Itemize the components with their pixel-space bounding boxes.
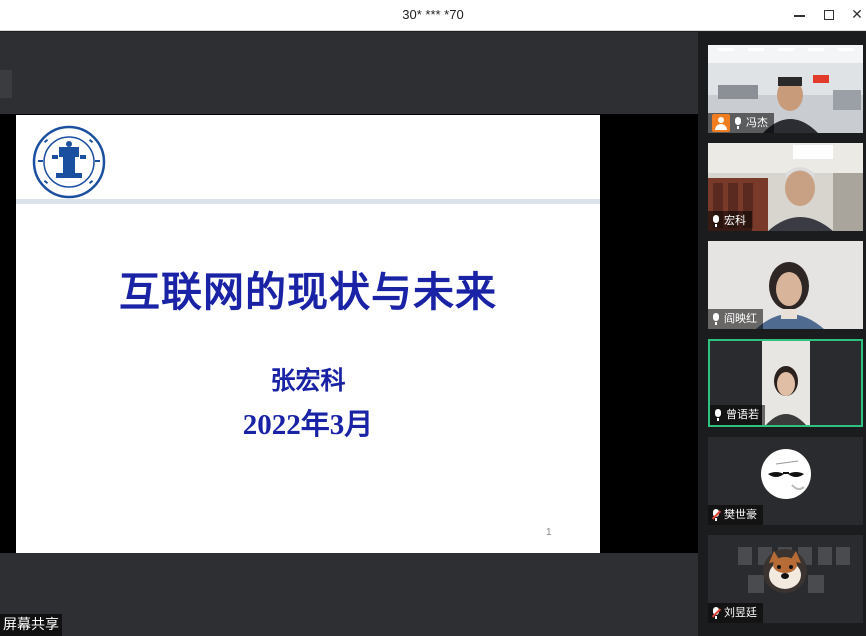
participant-tile[interactable]: 冯杰 [708,45,863,133]
minimize-button[interactable] [789,5,811,25]
close-button[interactable]: ✕ [846,5,866,25]
minimize-icon [794,15,805,17]
participant-gallery[interactable]: 冯杰 宏科 阎映红 曾语若 樊世豪 刘昱廷 [698,32,866,636]
participant-name: 刘昱廷 [724,606,757,619]
participant-label: 阎映红 [708,309,763,329]
participant-name: 曾语若 [726,408,759,421]
participant-tile-active-speaker[interactable]: 曾语若 [708,339,863,427]
slide-title: 互联网的现状与未来 [119,268,497,316]
window-titlebar: 30* *** *70 ✕ [0,0,866,31]
slide-header-rule [16,199,600,204]
participant-name: 宏科 [724,214,746,227]
participant-tile[interactable]: 樊世豪 [708,437,863,525]
participant-tile[interactable]: 宏科 [708,143,863,231]
host-icon [712,114,730,132]
university-logo [32,125,106,199]
presentation-slide: 互联网的现状与未来 张宏科 2022年3月 1 [16,115,600,553]
microphone-muted-icon [711,509,722,521]
participant-label: 樊世豪 [708,505,763,525]
microphone-icon [714,409,722,421]
participant-name: 冯杰 [746,116,768,129]
maximize-icon [824,10,834,20]
participant-label: 宏科 [708,211,752,231]
participant-tile[interactable]: 阎映红 [708,241,863,329]
participant-label: 冯杰 [708,113,774,133]
slide-author: 张宏科 [270,366,346,395]
participant-label: 刘昱廷 [708,603,763,623]
main-stage: 互联网的现状与未来 张宏科 2022年3月 1 屏幕共享 [0,32,698,636]
participant-tile[interactable]: 刘昱廷 [708,535,863,623]
screen-share-label: 屏幕共享 [0,614,62,636]
close-icon: ✕ [851,7,863,23]
participant-name: 阎映红 [724,312,757,325]
slide-date: 2022年3月 [242,409,374,441]
microphone-icon [734,117,742,129]
maximize-button[interactable] [818,5,840,25]
microphone-icon [712,313,720,325]
microphone-muted-icon [711,607,722,619]
side-panel-handle[interactable] [0,70,12,98]
participant-label: 曾语若 [710,405,765,425]
microphone-icon [712,215,720,227]
slide-page-number: 1 [546,527,552,538]
window-title: 30* *** *70 [402,7,464,22]
participant-name: 樊世豪 [724,508,757,521]
